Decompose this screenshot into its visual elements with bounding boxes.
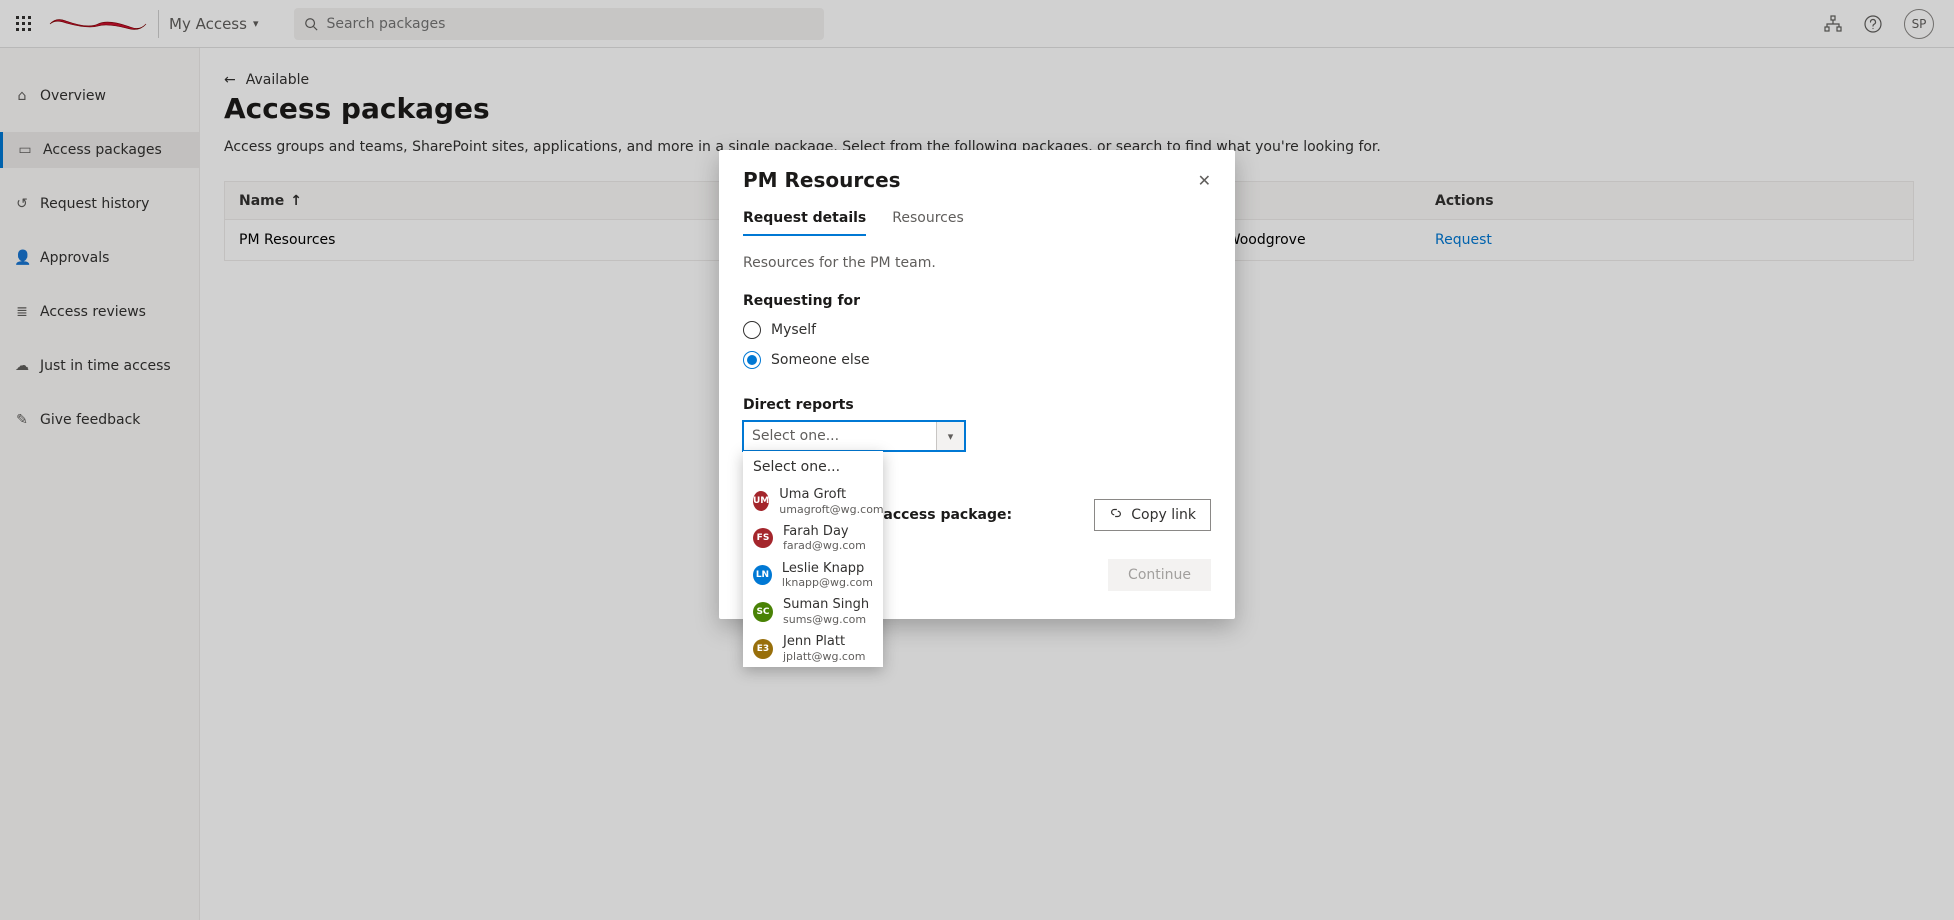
chevron-down-icon: ▾ xyxy=(948,430,954,443)
person-name: Farah Day xyxy=(783,524,866,540)
radio-icon xyxy=(743,351,761,369)
person-email: farad@wg.com xyxy=(783,539,866,552)
modal-description: Resources for the PM team. xyxy=(743,255,1211,271)
close-icon: ✕ xyxy=(1198,171,1211,190)
person-name: Jenn Platt xyxy=(783,634,865,650)
tab-resources[interactable]: Resources xyxy=(892,210,964,236)
tab-request-details[interactable]: Request details xyxy=(743,210,866,236)
avatar: LN xyxy=(753,565,772,585)
dropdown-person-option[interactable]: SC Suman Singhsums@wg.com xyxy=(743,593,883,630)
copy-link-label: Copy link xyxy=(1131,507,1196,523)
person-email: jplatt@wg.com xyxy=(783,650,865,663)
dropdown-person-option[interactable]: UM Uma Groftumagroft@wg.com xyxy=(743,483,883,520)
person-name: Leslie Knapp xyxy=(782,561,873,577)
avatar: UM xyxy=(753,491,769,511)
dropdown-person-option[interactable]: E3 Jenn Plattjplatt@wg.com xyxy=(743,630,883,667)
modal-title: PM Resources xyxy=(743,168,901,192)
radio-someone-else[interactable]: Someone else xyxy=(743,351,1211,369)
person-name: Uma Groft xyxy=(779,487,883,503)
close-button[interactable]: ✕ xyxy=(1198,171,1211,190)
direct-reports-dropdown: Select one... UM Uma Groftumagroft@wg.com… xyxy=(743,451,883,667)
radio-label: Myself xyxy=(771,322,816,338)
person-email: lknapp@wg.com xyxy=(782,576,873,589)
continue-button[interactable]: Continue xyxy=(1108,559,1211,591)
person-email: umagroft@wg.com xyxy=(779,503,883,516)
combobox-toggle[interactable]: ▾ xyxy=(936,422,964,450)
combobox-placeholder: Select one... xyxy=(744,428,839,444)
radio-myself[interactable]: Myself xyxy=(743,321,1211,339)
avatar: FS xyxy=(753,528,773,548)
requesting-for-label: Requesting for xyxy=(743,293,1211,309)
radio-icon xyxy=(743,321,761,339)
person-name: Suman Singh xyxy=(783,597,869,613)
direct-reports-label: Direct reports xyxy=(743,397,1211,413)
person-email: sums@wg.com xyxy=(783,613,869,626)
dropdown-person-option[interactable]: FS Farah Dayfarad@wg.com xyxy=(743,520,883,557)
dropdown-person-option[interactable]: LN Leslie Knapplknapp@wg.com xyxy=(743,557,883,594)
copy-link-button[interactable]: Copy link xyxy=(1094,499,1211,531)
direct-reports-combobox[interactable]: Select one... ▾ xyxy=(743,421,965,451)
avatar: E3 xyxy=(753,639,773,659)
avatar: SC xyxy=(753,602,773,622)
link-icon xyxy=(1109,506,1123,524)
radio-label: Someone else xyxy=(771,352,870,368)
dropdown-placeholder-option[interactable]: Select one... xyxy=(743,451,883,483)
